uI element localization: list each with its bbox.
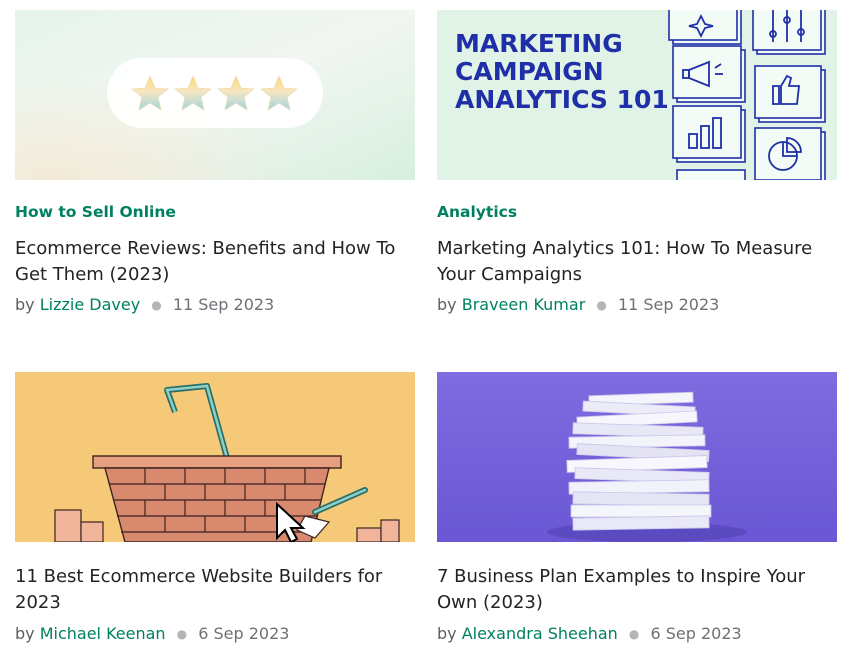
article-image-website-builders[interactable] — [15, 372, 415, 542]
brick-basket-illustration — [15, 372, 415, 542]
separator-dot: ● — [151, 298, 162, 312]
author-link[interactable]: Michael Keenan — [40, 624, 166, 643]
stacked-books-photo — [437, 372, 837, 542]
author-link[interactable]: Lizzie Davey — [40, 295, 140, 314]
article-image-business-plan[interactable] — [437, 372, 837, 542]
article-title[interactable]: 11 Best Ecommerce Website Builders for 2… — [15, 564, 415, 616]
article-meta: by Braveen Kumar ● 11 Sep 2023 — [437, 295, 719, 316]
article-image-reviews[interactable] — [15, 10, 415, 180]
byline-prefix: by — [437, 295, 457, 314]
author-link[interactable]: Braveen Kumar — [462, 295, 586, 314]
separator-dot: ● — [628, 627, 640, 641]
article-card[interactable]: 7 Business Plan Examples to Inspire Your… — [437, 372, 837, 643]
article-category[interactable]: How to Sell Online — [15, 203, 176, 221]
byline-prefix: by — [15, 624, 35, 643]
article-meta: by Alexandra Sheehan ● 6 Sep 2023 — [437, 624, 742, 645]
publish-date: 6 Sep 2023 — [650, 624, 742, 643]
five-star-rating-illustration — [15, 10, 415, 180]
author-link[interactable]: Alexandra Sheehan — [462, 624, 618, 643]
byline-prefix: by — [15, 295, 35, 314]
separator-dot: ● — [596, 298, 607, 312]
article-image-analytics[interactable]: MARKETING CAMPAIGN ANALYTICS 101 — [437, 10, 837, 180]
article-card[interactable]: MARKETING CAMPAIGN ANALYTICS 101 Analyti… — [437, 10, 837, 314]
article-title[interactable]: Ecommerce Reviews: Benefits and How To G… — [15, 236, 415, 288]
article-meta: by Lizzie Davey ● 11 Sep 2023 — [15, 295, 274, 316]
publish-date: 11 Sep 2023 — [172, 295, 275, 314]
marketing-campaign-analytics-graphic: MARKETING CAMPAIGN ANALYTICS 101 — [437, 10, 837, 180]
article-category[interactable]: Analytics — [437, 203, 517, 221]
article-title[interactable]: Marketing Analytics 101: How To Measure … — [437, 236, 837, 288]
separator-dot: ● — [176, 627, 188, 641]
article-card[interactable]: 11 Best Ecommerce Website Builders for 2… — [15, 372, 415, 643]
image-headline-line1: MARKETING — [455, 29, 623, 58]
byline-prefix: by — [437, 624, 457, 643]
publish-date: 11 Sep 2023 — [617, 295, 720, 314]
article-meta: by Michael Keenan ● 6 Sep 2023 — [15, 624, 289, 645]
publish-date: 6 Sep 2023 — [198, 624, 290, 643]
image-headline-line3: ANALYTICS 101 — [455, 85, 669, 114]
article-title[interactable]: 7 Business Plan Examples to Inspire Your… — [437, 564, 837, 616]
article-card[interactable]: How to Sell Online Ecommerce Reviews: Be… — [15, 10, 415, 314]
image-headline-line2: CAMPAIGN — [455, 57, 604, 86]
